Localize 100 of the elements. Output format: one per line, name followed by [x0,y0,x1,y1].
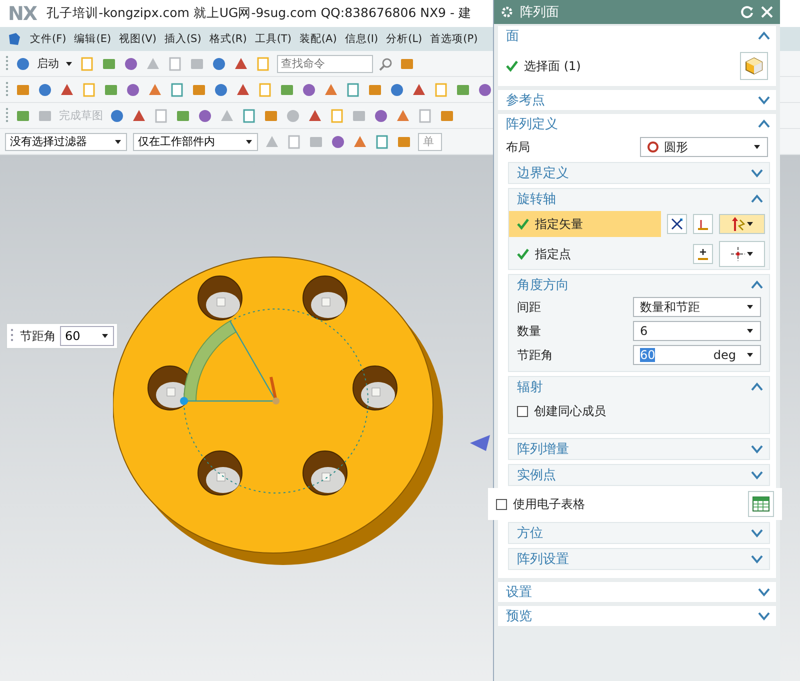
toolbar-icon[interactable] [131,108,147,124]
section-header[interactable]: 边界定义 [517,164,569,182]
checkbox[interactable] [517,406,528,416]
caret-icon[interactable] [746,327,754,335]
section-header[interactable]: 阵列设置 [517,550,569,568]
toolbar-icon[interactable] [59,82,75,98]
toolbar-grip-icon[interactable] [5,54,9,72]
close-icon[interactable] [760,5,774,19]
chevron-icon[interactable] [758,611,770,621]
menu-item[interactable]: 首选项(P) [430,32,478,46]
caret-icon[interactable] [746,303,754,311]
menu-item[interactable]: 格式(R) [209,32,247,46]
toolbar-icon[interactable] [169,82,185,98]
menu-item[interactable]: 装配(A) [299,32,337,46]
menu-item[interactable]: 视图(V) [119,32,156,46]
app-menu-icon[interactable] [6,31,22,47]
toolbar-icon[interactable] [352,134,368,150]
section-header[interactable]: 预览 [506,607,532,625]
menu-item[interactable]: 插入(S) [164,32,202,46]
toolbar-icon[interactable] [373,108,389,124]
pitch-angle-field[interactable]: 60 [60,326,114,346]
toolbar-icon[interactable] [125,82,141,98]
caret-icon[interactable] [245,138,253,146]
section-header[interactable]: 面 [506,27,519,45]
menu-item[interactable]: 工具(T) [254,32,292,46]
chevron-icon[interactable] [751,194,763,204]
select-face-label[interactable]: 选择面 (1) [524,58,734,74]
value-dropdown[interactable]: 6 [633,321,761,341]
toolbar-grip-icon[interactable] [5,106,9,124]
search-icon[interactable] [379,56,393,70]
toolbar-icon[interactable] [330,134,346,150]
chevron-icon[interactable] [758,587,770,597]
selection-scope-dropdown[interactable]: 仅在工作部件内 [133,132,258,150]
section-header[interactable]: 旋转轴 [517,190,556,208]
toolbar-icon[interactable] [235,82,251,98]
spreadsheet-button[interactable] [748,491,774,517]
chevron-icon[interactable] [751,554,763,564]
layout-dropdown[interactable]: 圆形 [640,137,768,157]
toolbar-icon[interactable] [345,82,361,98]
toolbar-icon[interactable] [15,56,31,72]
value-dropdown[interactable]: 60 deg [633,345,761,365]
command-search-field[interactable]: 查找命令 [277,54,373,72]
toolbar-icon[interactable] [477,82,493,98]
chevron-icon[interactable] [758,95,770,105]
section-header[interactable]: 辐射 [517,378,543,396]
menu-item[interactable]: 文件(F) [30,32,66,46]
menu-item[interactable]: 信息(I) [344,32,378,46]
chevron-icon[interactable] [758,119,770,129]
toolbar-icon[interactable] [307,108,323,124]
section-header[interactable]: 角度方向 [517,276,569,294]
chevron-icon[interactable] [751,280,763,290]
toolbar-icon[interactable] [197,108,213,124]
menu-item[interactable]: 分析(L) [386,32,422,46]
caret-icon[interactable] [746,220,754,228]
caret-icon[interactable] [101,332,109,340]
face-select-button[interactable] [740,52,768,80]
toolbar-icon[interactable] [211,56,227,72]
menu-item[interactable]: 编辑(E) [74,32,112,46]
tool-button[interactable] [693,244,713,264]
toolbar-icon[interactable] [213,82,229,98]
value-dropdown[interactable]: 数量和节距 [633,297,761,317]
chevron-icon[interactable] [751,470,763,480]
caret-icon[interactable] [753,143,761,151]
chevron-icon[interactable] [758,31,770,41]
caret-icon[interactable] [114,138,122,146]
toolbar-icon[interactable] [233,56,249,72]
toolbar-icon[interactable] [389,82,405,98]
reset-icon[interactable] [740,5,754,19]
axis-row[interactable]: 指定矢量 [509,211,661,237]
toolbar-icon[interactable] [323,82,339,98]
caret-icon[interactable] [746,351,754,359]
section-header[interactable]: 设置 [506,583,532,601]
chevron-icon[interactable] [751,528,763,538]
chevron-icon[interactable] [751,444,763,454]
toolbar-icon[interactable] [37,82,53,98]
toolbar-icon[interactable] [241,108,257,124]
toolbar-icon[interactable] [123,56,139,72]
section-header[interactable]: 方位 [517,524,543,542]
caret-icon[interactable] [746,250,754,258]
caret-icon[interactable] [65,60,73,68]
axis-row[interactable]: 指定点 [509,241,687,267]
toolbar-grip-icon[interactable] [5,80,9,98]
toolbar-icon[interactable] [374,134,390,150]
toolbar-icon[interactable] [395,108,411,124]
selection-filter-dropdown[interactable]: 没有选择过滤器 [5,132,127,150]
section-header[interactable]: 阵列定义 [506,115,558,133]
chevron-icon[interactable] [751,168,763,178]
vector-dropdown[interactable] [719,214,765,234]
tool-button[interactable] [667,214,687,234]
start-menu[interactable]: 启动 [37,56,59,71]
section-header[interactable]: 实例点 [517,466,556,484]
point-dropdown[interactable] [719,241,765,267]
toolbar-icon[interactable] [411,82,427,98]
section-header[interactable]: 阵列增量 [517,440,569,458]
chevron-icon[interactable] [751,382,763,392]
section-header[interactable]: 参考点 [506,91,545,109]
checkbox[interactable] [496,498,507,510]
toolbar-icon[interactable] [301,82,317,98]
toolbar-icon[interactable] [109,108,125,124]
toolbar-icon[interactable] [147,82,163,98]
